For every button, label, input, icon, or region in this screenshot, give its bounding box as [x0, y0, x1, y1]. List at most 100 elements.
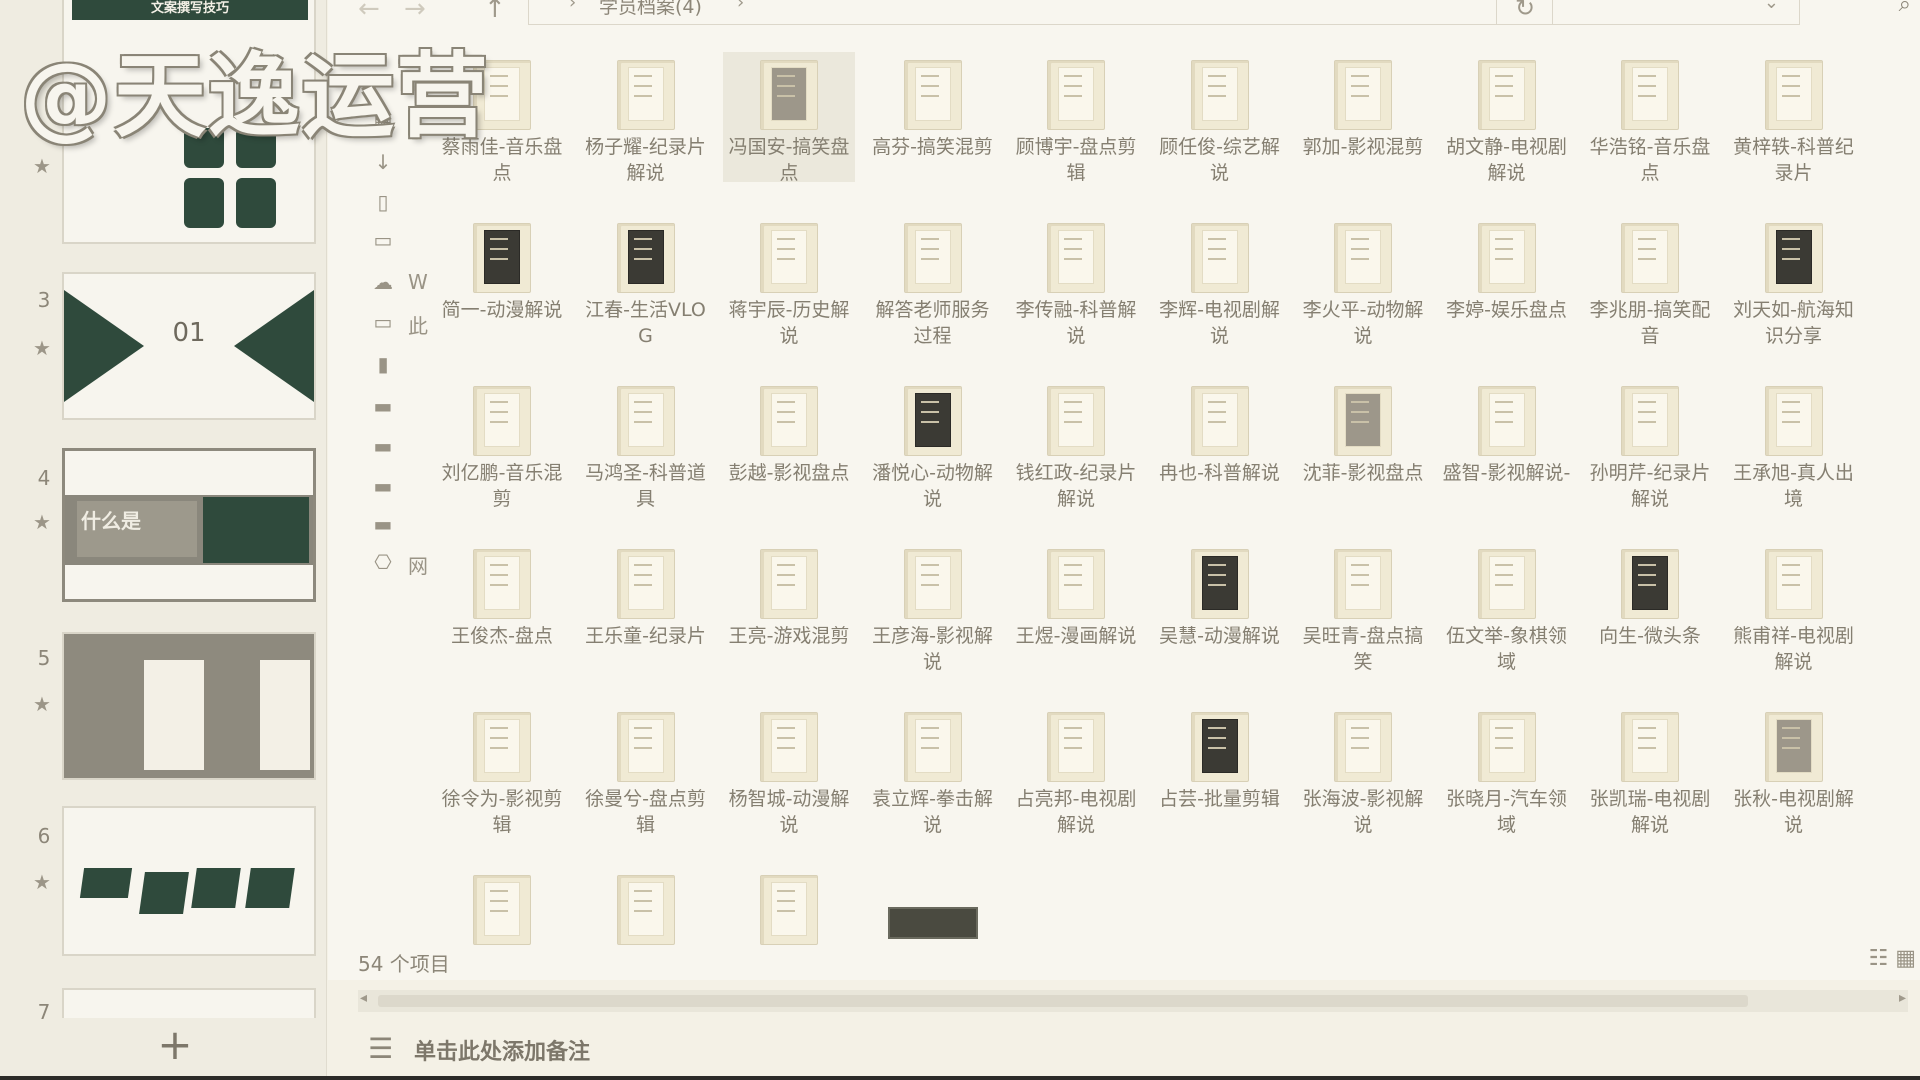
nav-item-label: W — [408, 270, 428, 294]
folder-item[interactable]: 顾任俊-综艺解说 — [1154, 52, 1286, 184]
folder-item[interactable]: 李火平-动物解说 — [1297, 215, 1429, 347]
folder-item[interactable]: 刘亿鹏-音乐混剪 — [436, 378, 568, 510]
slide-title: 01 — [172, 318, 206, 348]
folder-item[interactable]: 胡文静-电视剧解说 — [1441, 52, 1573, 184]
folder-item[interactable]: 王乐童-纪录片 — [580, 541, 712, 671]
folder-item[interactable]: 张海波-影视解说 — [1297, 704, 1429, 836]
folder-item[interactable]: 马鸿圣-科普道具 — [580, 378, 712, 510]
folder-item[interactable]: 李辉-电视剧解说 — [1154, 215, 1286, 347]
horizontal-scrollbar[interactable]: ◂ ▸ — [358, 990, 1908, 1012]
folder-icon — [760, 386, 818, 456]
folder-item[interactable]: 李传融-科普解说 — [1010, 215, 1142, 347]
folder-item[interactable]: 徐曼兮-盘点剪辑 — [580, 704, 712, 836]
folder-name: 吴慧-动漫解说 — [1159, 625, 1280, 647]
folder-item[interactable]: 郭加-影视混剪 — [1297, 52, 1429, 182]
folder-name: 王俊杰-盘点 — [451, 625, 553, 647]
folder-icon — [760, 223, 818, 293]
slide-thumbnail[interactable]: 01 — [62, 272, 316, 420]
folder-item[interactable]: 徐令为-影视剪辑 — [436, 704, 568, 836]
slide-thumbnail[interactable] — [62, 632, 316, 780]
nav-item-icon: ▬ — [373, 474, 393, 498]
folder-item[interactable]: 吴旺青-盘点搞笑 — [1297, 541, 1429, 673]
folder-item[interactable]: 杨智城-动漫解说 — [723, 704, 855, 836]
folder-item[interactable]: 李兆朋-搞笑配音 — [1584, 215, 1716, 347]
folder-item[interactable] — [867, 867, 999, 997]
folder-item[interactable]: 占亮邦-电视剧解说 — [1010, 704, 1142, 836]
folder-name: 简一-动漫解说 — [441, 299, 563, 321]
folder-item[interactable]: 解答老师服务过程 — [867, 215, 999, 347]
folder-item[interactable]: 简一-动漫解说 — [436, 215, 568, 345]
folder-item[interactable]: 江春-生活VLOG — [580, 215, 712, 347]
search-input[interactable]: ⌕ — [1552, 0, 1919, 24]
folder-item[interactable]: 黄梓轶-科普纪录片 — [1728, 52, 1860, 184]
scroll-left-icon[interactable]: ◂ — [360, 990, 367, 1006]
folder-item[interactable] — [436, 867, 568, 997]
folder-item[interactable]: 袁立辉-拳击解说 — [867, 704, 999, 836]
slide-thumbnail-selected[interactable]: 什么是 — [62, 448, 316, 602]
notes-bar[interactable]: ☰ 单击此处添加备注 — [328, 1020, 1920, 1078]
folder-item[interactable]: 伍文举-象棋领域 — [1441, 541, 1573, 673]
folder-item[interactable]: 吴慧-动漫解说 — [1154, 541, 1286, 671]
nav-item-icon: ▬ — [373, 394, 393, 418]
folder-name: 袁立辉-拳击解说 — [872, 788, 993, 836]
forward-arrow-icon[interactable]: → — [404, 0, 426, 24]
folder-item[interactable]: 孙明芹-纪录片解说 — [1584, 378, 1716, 510]
folder-item[interactable]: 王俊杰-盘点 — [436, 541, 568, 671]
view-mode-icons[interactable]: ☷ ▦ — [1868, 946, 1916, 971]
folder-name: 盛智-影视解说- — [1442, 462, 1571, 484]
folder-item[interactable]: 冯国安-搞笑盘点 — [723, 52, 855, 184]
folder-item[interactable]: 王承旭-真人出境 — [1728, 378, 1860, 510]
folder-item[interactable]: 刘天如-航海知识分享 — [1728, 215, 1860, 347]
folder-icon — [1764, 60, 1823, 130]
slide-block — [236, 178, 276, 228]
folder-name: 蒋宇辰-历史解说 — [728, 299, 850, 347]
scroll-thumb[interactable] — [378, 995, 1748, 1007]
folder-item[interactable]: 王煜-漫画解说 — [1010, 541, 1142, 671]
folder-item[interactable]: 华浩铭-音乐盘点 — [1584, 52, 1716, 184]
folder-item[interactable]: 潘悦心-动物解说 — [867, 378, 999, 510]
folder-item[interactable]: 李婷-娱乐盘点 — [1441, 215, 1573, 345]
folder-item[interactable]: 彭越-影视盘点 — [723, 378, 855, 508]
folder-item[interactable]: 王彦海-影视解说 — [867, 541, 999, 673]
folder-name: 胡文静-电视剧解说 — [1446, 136, 1567, 184]
folder-name: 顾博宇-盘点剪辑 — [1015, 136, 1137, 184]
folder-item[interactable]: 张凯瑞-电视剧解说 — [1584, 704, 1716, 836]
folder-item[interactable]: 冉也-科普解说 — [1154, 378, 1286, 508]
folder-item[interactable]: 占芸-批量剪辑 — [1154, 704, 1286, 834]
folder-item[interactable]: 顾博宇-盘点剪辑 — [1010, 52, 1142, 184]
folder-name: 郭加-影视混剪 — [1302, 136, 1424, 158]
folder-item[interactable]: 沈菲-影视盘点 — [1297, 378, 1429, 508]
folder-name: 李传融-科普解说 — [1015, 299, 1137, 347]
scroll-right-icon[interactable]: ▸ — [1899, 990, 1906, 1006]
notes-placeholder[interactable]: 单击此处添加备注 — [414, 1034, 590, 1066]
folder-item[interactable]: 张晓月-汽车领域 — [1441, 704, 1573, 836]
folder-icon — [1334, 60, 1392, 130]
folder-icon — [473, 875, 531, 945]
folder-icon — [1621, 386, 1679, 456]
folder-item[interactable]: 杨子耀-纪录片解说 — [580, 52, 712, 184]
folder-icon — [903, 223, 962, 293]
star-icon: ★ — [33, 336, 51, 360]
folder-item[interactable]: 张秋-电视剧解说 — [1728, 704, 1860, 836]
slide-thumbnail[interactable] — [62, 806, 316, 956]
folder-name: 王承旭-真人出境 — [1733, 462, 1854, 510]
folder-icon — [1621, 712, 1679, 782]
folder-item[interactable]: 向生-微头条 — [1584, 541, 1716, 671]
back-arrow-icon[interactable]: ← — [358, 0, 380, 24]
breadcrumb-current-folder[interactable]: 学员档案(4) — [599, 0, 702, 19]
folder-item[interactable]: 钱红政-纪录片解说 — [1010, 378, 1142, 510]
folder-item[interactable]: 熊甫祥-电视剧解说 — [1728, 541, 1860, 673]
slide-thumbnail[interactable] — [62, 988, 316, 1018]
folder-item[interactable] — [580, 867, 712, 997]
up-arrow-icon[interactable]: ↑ — [484, 0, 506, 24]
folder-item[interactable]: 蒋宇辰-历史解说 — [723, 215, 855, 347]
add-slide-button[interactable]: + — [150, 1020, 200, 1070]
star-icon: ★ — [33, 510, 51, 534]
folder-item[interactable] — [723, 867, 855, 997]
folder-item[interactable]: 盛智-影视解说- — [1441, 378, 1573, 508]
folder-icon — [616, 549, 675, 619]
folder-item[interactable]: 王亮-游戏混剪 — [723, 541, 855, 671]
folder-icon — [1621, 60, 1679, 130]
refresh-icon[interactable]: ↻ — [1496, 0, 1553, 24]
folder-item[interactable]: 高芬-搞笑混剪 — [867, 52, 999, 182]
